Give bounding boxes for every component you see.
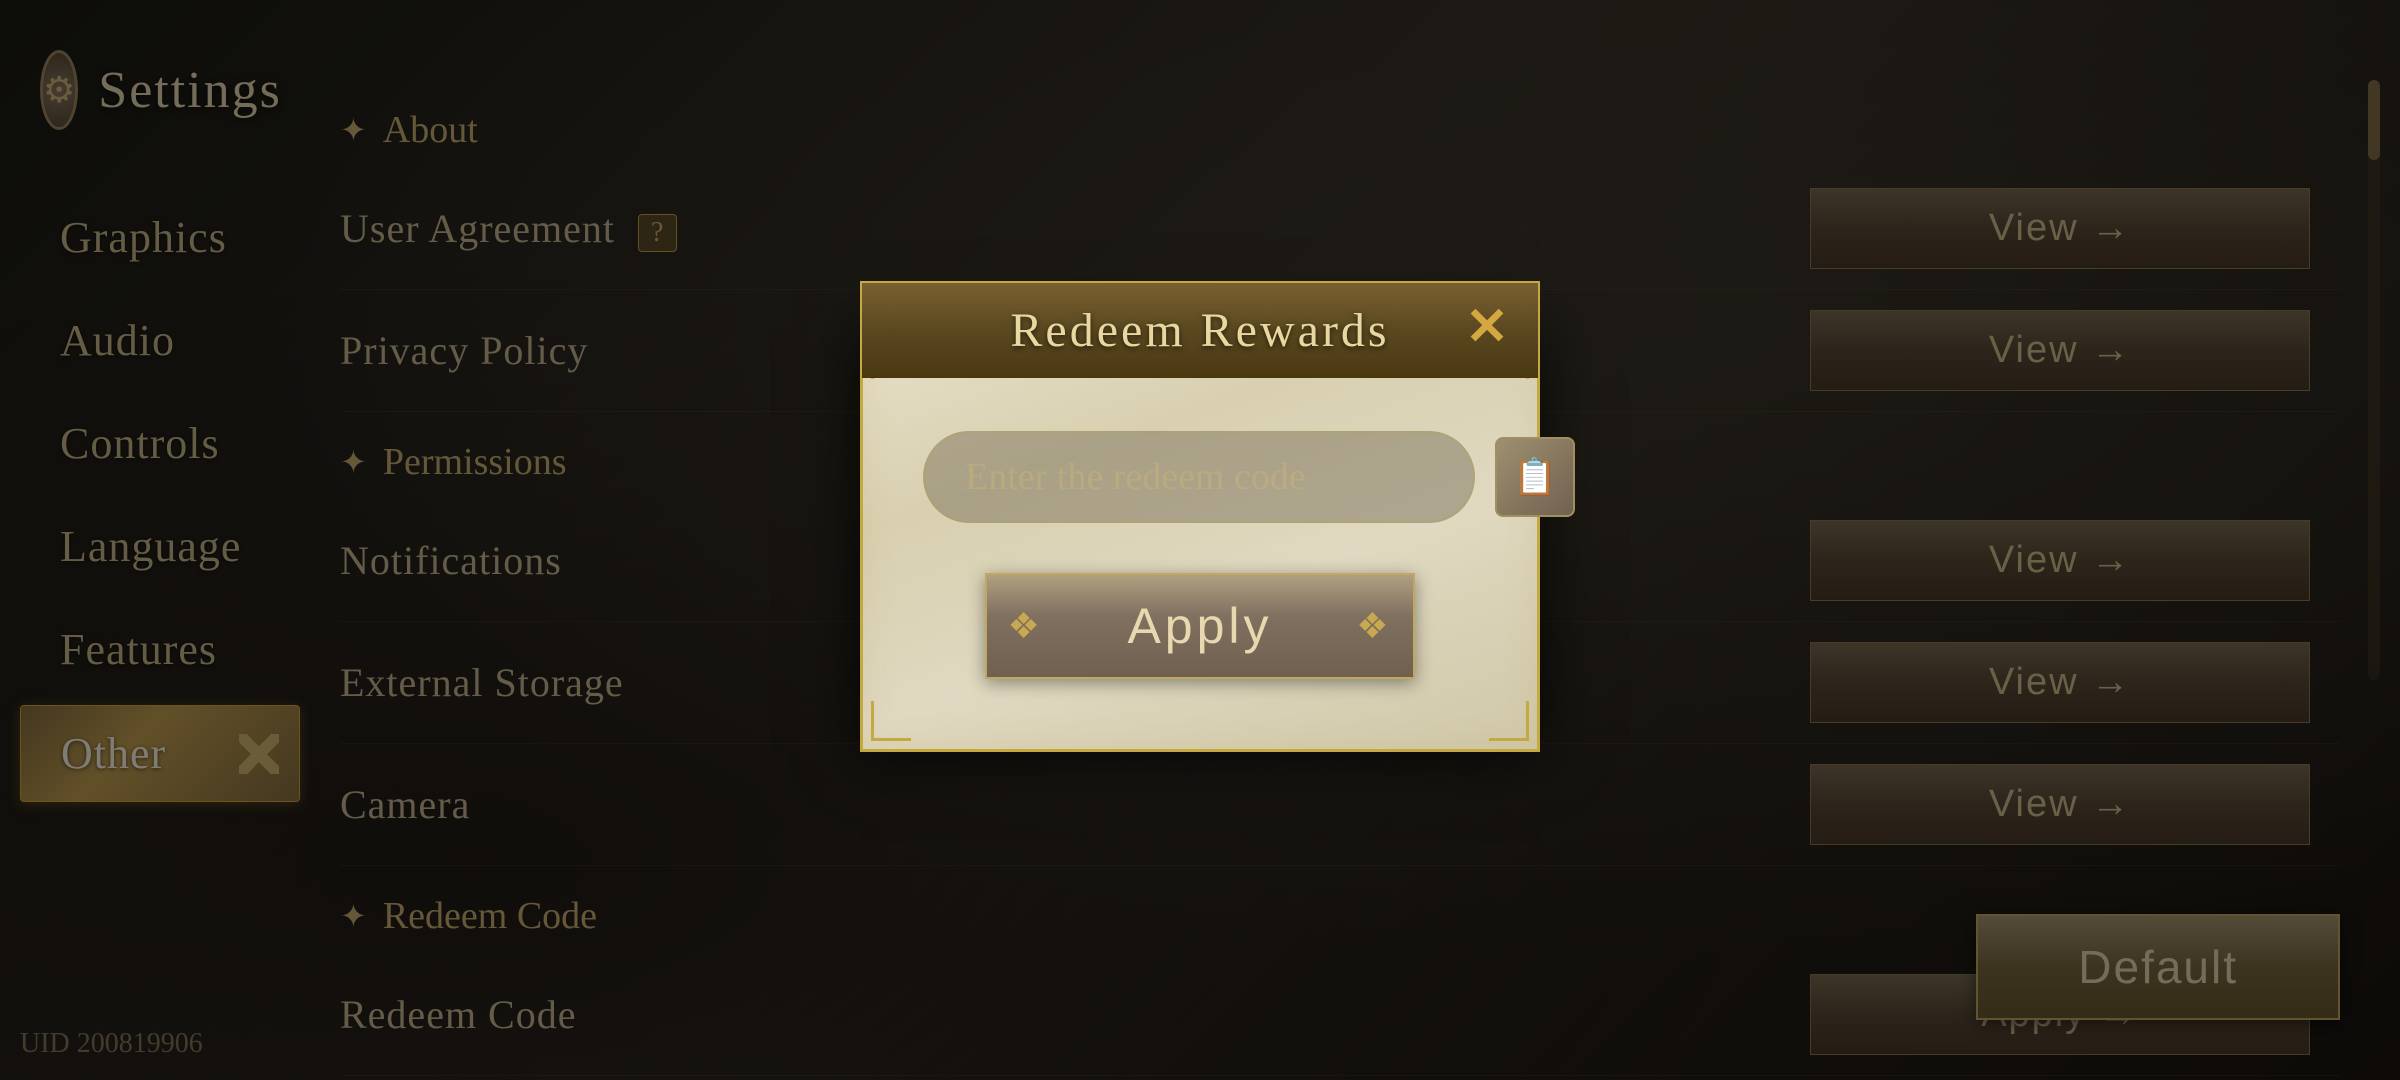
modal-corner-br — [1489, 701, 1529, 741]
redeem-code-input[interactable] — [923, 431, 1475, 523]
clipboard-icon: 📋 — [1513, 456, 1558, 498]
paste-button[interactable]: 📋 — [1495, 437, 1575, 517]
modal-close-button[interactable]: ✕ — [1447, 287, 1527, 367]
modal-corner-bl — [871, 701, 911, 741]
modal-title-area: Redeem Rewards — [860, 281, 1540, 378]
modal-body: 📋 Apply — [923, 391, 1477, 679]
modal-title: Redeem Rewards — [1010, 304, 1389, 357]
redeem-rewards-modal: Redeem Rewards ✕ 📋 Apply — [860, 328, 1540, 752]
modal-overlay[interactable]: Redeem Rewards ✕ 📋 Apply — [0, 0, 2400, 1080]
modal-apply-button[interactable]: Apply — [985, 573, 1414, 679]
redeem-input-row: 📋 — [923, 431, 1477, 523]
